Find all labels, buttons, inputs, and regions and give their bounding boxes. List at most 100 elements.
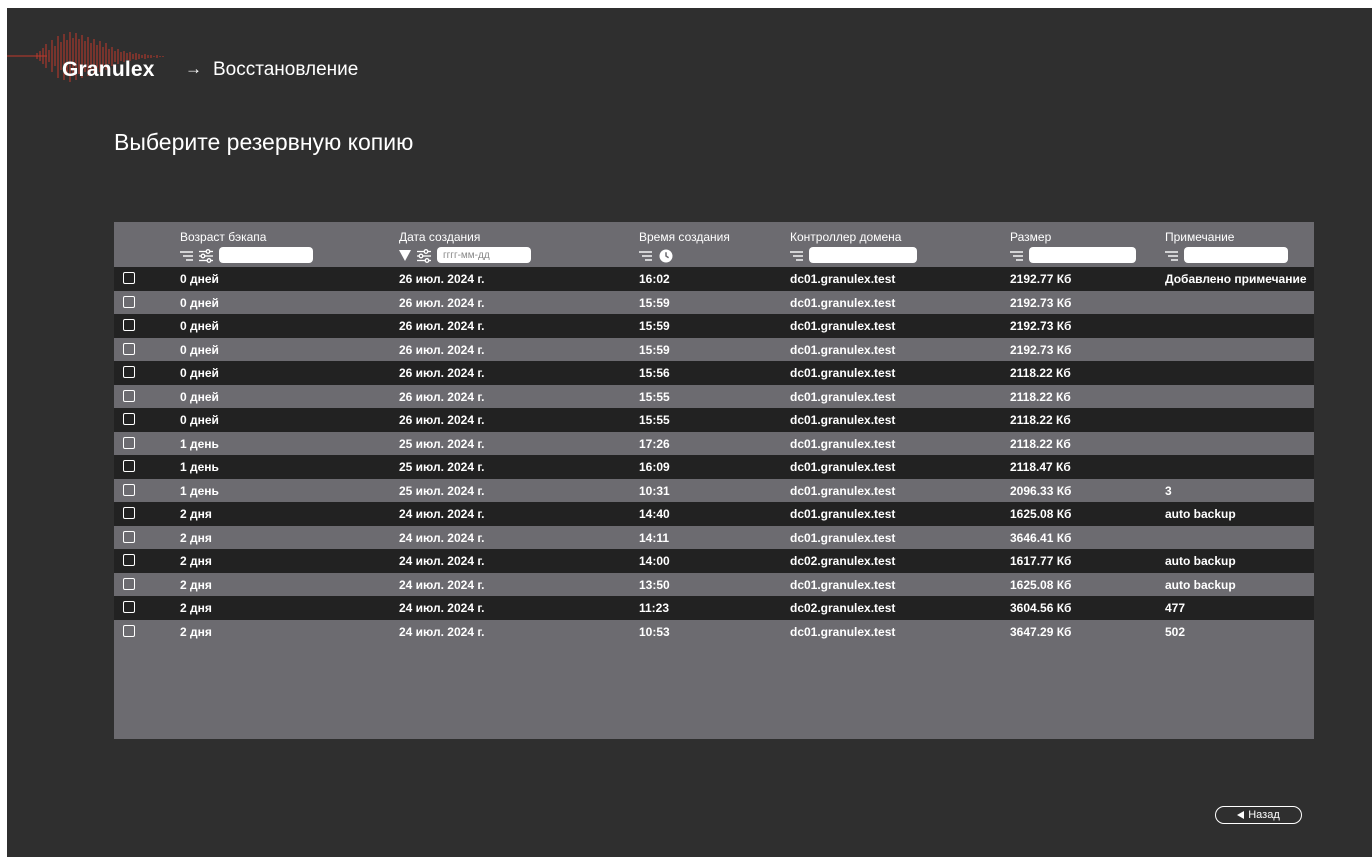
table-row[interactable]: 0 дней 26 июл. 2024 г. 15:55 dc01.granulex.… (114, 384, 1314, 408)
cell-age: 0 дней (180, 342, 219, 357)
row-checkbox[interactable] (123, 319, 135, 331)
row-checkbox[interactable] (123, 436, 135, 449)
cell-age: 1 день (180, 483, 219, 498)
table-row[interactable]: 0 дней 26 июл. 2024 г. 15:59 dc01.granulex.… (114, 337, 1314, 361)
cell-dc: dc01.granulex.test (790, 272, 896, 286)
cell-size: 2118.22 Кб (1010, 436, 1071, 451)
cell-size: 2118.22 Кб (1010, 413, 1071, 427)
cell-size: 2192.73 Кб (1010, 342, 1072, 357)
column-label[interactable]: Размер (1010, 230, 1051, 244)
row-checkbox[interactable] (123, 507, 135, 519)
age-filter-input[interactable] (219, 247, 313, 263)
column-header-dc: Контроллер домена (790, 230, 917, 263)
column-header-note: Примечание (1165, 230, 1288, 263)
row-checkbox[interactable] (123, 554, 135, 566)
column-label[interactable]: Дата создания (399, 230, 480, 244)
cell-age: 2 дня (180, 624, 212, 639)
clock-icon[interactable] (659, 249, 673, 263)
cell-date: 25 июл. 2024 г. (399, 483, 485, 498)
sort-lines-icon[interactable] (639, 250, 652, 262)
row-checkbox[interactable] (123, 624, 135, 637)
cell-dc: dc01.granulex.test (790, 624, 896, 639)
cell-dc: dc01.granulex.test (790, 436, 896, 451)
triangle-left-icon (1237, 811, 1245, 819)
cell-dc: dc01.granulex.test (790, 577, 896, 592)
back-button-label: Назад (1248, 809, 1280, 821)
column-label[interactable]: Возраст бэкапа (180, 230, 266, 244)
cell-note: Добавлено примечание (1165, 272, 1307, 286)
triangle-down-icon[interactable] (399, 250, 411, 261)
table-row[interactable]: 2 дня 24 июл. 2024 г. 14:00 dc02.granulex.t… (114, 549, 1314, 573)
row-checkbox[interactable] (123, 295, 135, 308)
filter-sliders-icon[interactable] (417, 249, 431, 263)
cell-age: 2 дня (180, 577, 212, 592)
row-checkbox[interactable] (123, 577, 135, 590)
table-row[interactable]: 2 дня 24 июл. 2024 г. 14:40 dc01.granulex.t… (114, 502, 1314, 526)
table-row[interactable]: 1 день 25 июл. 2024 г. 10:31 dc01.granulex.… (114, 478, 1314, 502)
note-filter-input[interactable] (1184, 247, 1288, 263)
table-row[interactable]: 2 дня 24 июл. 2024 г. 11:23 dc02.granulex.t… (114, 596, 1314, 620)
row-checkbox[interactable] (123, 601, 135, 613)
cell-date: 25 июл. 2024 г. (399, 436, 485, 451)
cell-time: 14:40 (639, 507, 670, 521)
cell-dc: dc02.granulex.test (790, 601, 896, 615)
row-checkbox[interactable] (123, 460, 135, 472)
table-row[interactable]: 1 день 25 июл. 2024 г. 16:09 dc01.granulex.… (114, 455, 1314, 479)
cell-note: auto backup (1165, 554, 1236, 568)
cell-date: 26 июл. 2024 г. (399, 295, 485, 310)
row-checkbox[interactable] (123, 366, 135, 378)
row-checkbox[interactable] (123, 272, 135, 284)
cell-time: 14:00 (639, 554, 670, 568)
row-checkbox[interactable] (123, 483, 135, 496)
filter-sliders-icon[interactable] (199, 249, 213, 263)
cell-note: 502 (1165, 624, 1186, 639)
dc-filter-input[interactable] (809, 247, 917, 263)
cell-date: 24 июл. 2024 г. (399, 577, 485, 592)
cell-date: 26 июл. 2024 г. (399, 366, 485, 380)
table-row[interactable]: 0 дней 26 июл. 2024 г. 16:02 dc01.granulex.… (114, 267, 1314, 291)
cell-age: 1 день (180, 460, 219, 474)
cell-time: 15:55 (639, 389, 670, 404)
cell-time: 16:02 (639, 272, 670, 286)
cell-dc: dc02.granulex.test (790, 554, 896, 568)
row-checkbox[interactable] (123, 413, 135, 425)
table-row[interactable]: 0 дней 26 июл. 2024 г. 15:59 dc01.granulex.… (114, 290, 1314, 314)
back-button[interactable]: Назад (1215, 806, 1302, 824)
table-row[interactable]: 2 дня 24 июл. 2024 г. 10:53 dc01.granulex.t… (114, 619, 1314, 643)
row-checkbox[interactable] (123, 530, 135, 543)
row-checkbox[interactable] (123, 389, 135, 402)
table-row[interactable]: 0 дней 26 июл. 2024 г. 15:56 dc01.granulex.… (114, 361, 1314, 385)
table-row[interactable]: 0 дней 26 июл. 2024 г. 15:59 dc01.granulex.… (114, 314, 1314, 338)
column-label[interactable]: Контроллер домена (790, 230, 901, 244)
cell-time: 15:59 (639, 319, 670, 333)
sort-lines-icon[interactable] (1010, 250, 1023, 262)
table-row[interactable]: 2 дня 24 июл. 2024 г. 13:50 dc01.granulex.t… (114, 572, 1314, 596)
cell-time: 15:55 (639, 413, 670, 427)
cell-time: 15:59 (639, 342, 670, 357)
cell-age: 0 дней (180, 272, 219, 286)
date-filter-input[interactable] (437, 247, 531, 263)
cell-time: 16:09 (639, 460, 670, 474)
logo-text: Granulex (62, 58, 155, 81)
column-label[interactable]: Время создания (639, 230, 730, 244)
cell-date: 26 июл. 2024 г. (399, 319, 485, 333)
table-row[interactable]: 1 день 25 июл. 2024 г. 17:26 dc01.granulex.… (114, 431, 1314, 455)
row-checkbox[interactable] (123, 342, 135, 355)
size-filter-input[interactable] (1029, 247, 1136, 263)
cell-age: 1 день (180, 436, 219, 451)
cell-date: 26 июл. 2024 г. (399, 389, 485, 404)
cell-size: 2192.73 Кб (1010, 295, 1072, 310)
table-row[interactable]: 0 дней 26 июл. 2024 г. 15:55 dc01.granulex.… (114, 408, 1314, 432)
column-label[interactable]: Примечание (1165, 230, 1234, 244)
column-header-size: Размер (1010, 230, 1136, 263)
sort-lines-icon[interactable] (1165, 250, 1178, 262)
cell-size: 2118.22 Кб (1010, 389, 1071, 404)
table-row[interactable]: 2 дня 24 июл. 2024 г. 14:11 dc01.granulex.t… (114, 525, 1314, 549)
cell-dc: dc01.granulex.test (790, 483, 896, 498)
cell-age: 2 дня (180, 507, 212, 521)
sort-lines-icon[interactable] (180, 250, 193, 262)
breadcrumb-current-page: Восстановление (213, 59, 359, 80)
logo: Granulex (7, 30, 187, 86)
sort-lines-icon[interactable] (790, 250, 803, 262)
cell-date: 24 июл. 2024 г. (399, 530, 485, 545)
